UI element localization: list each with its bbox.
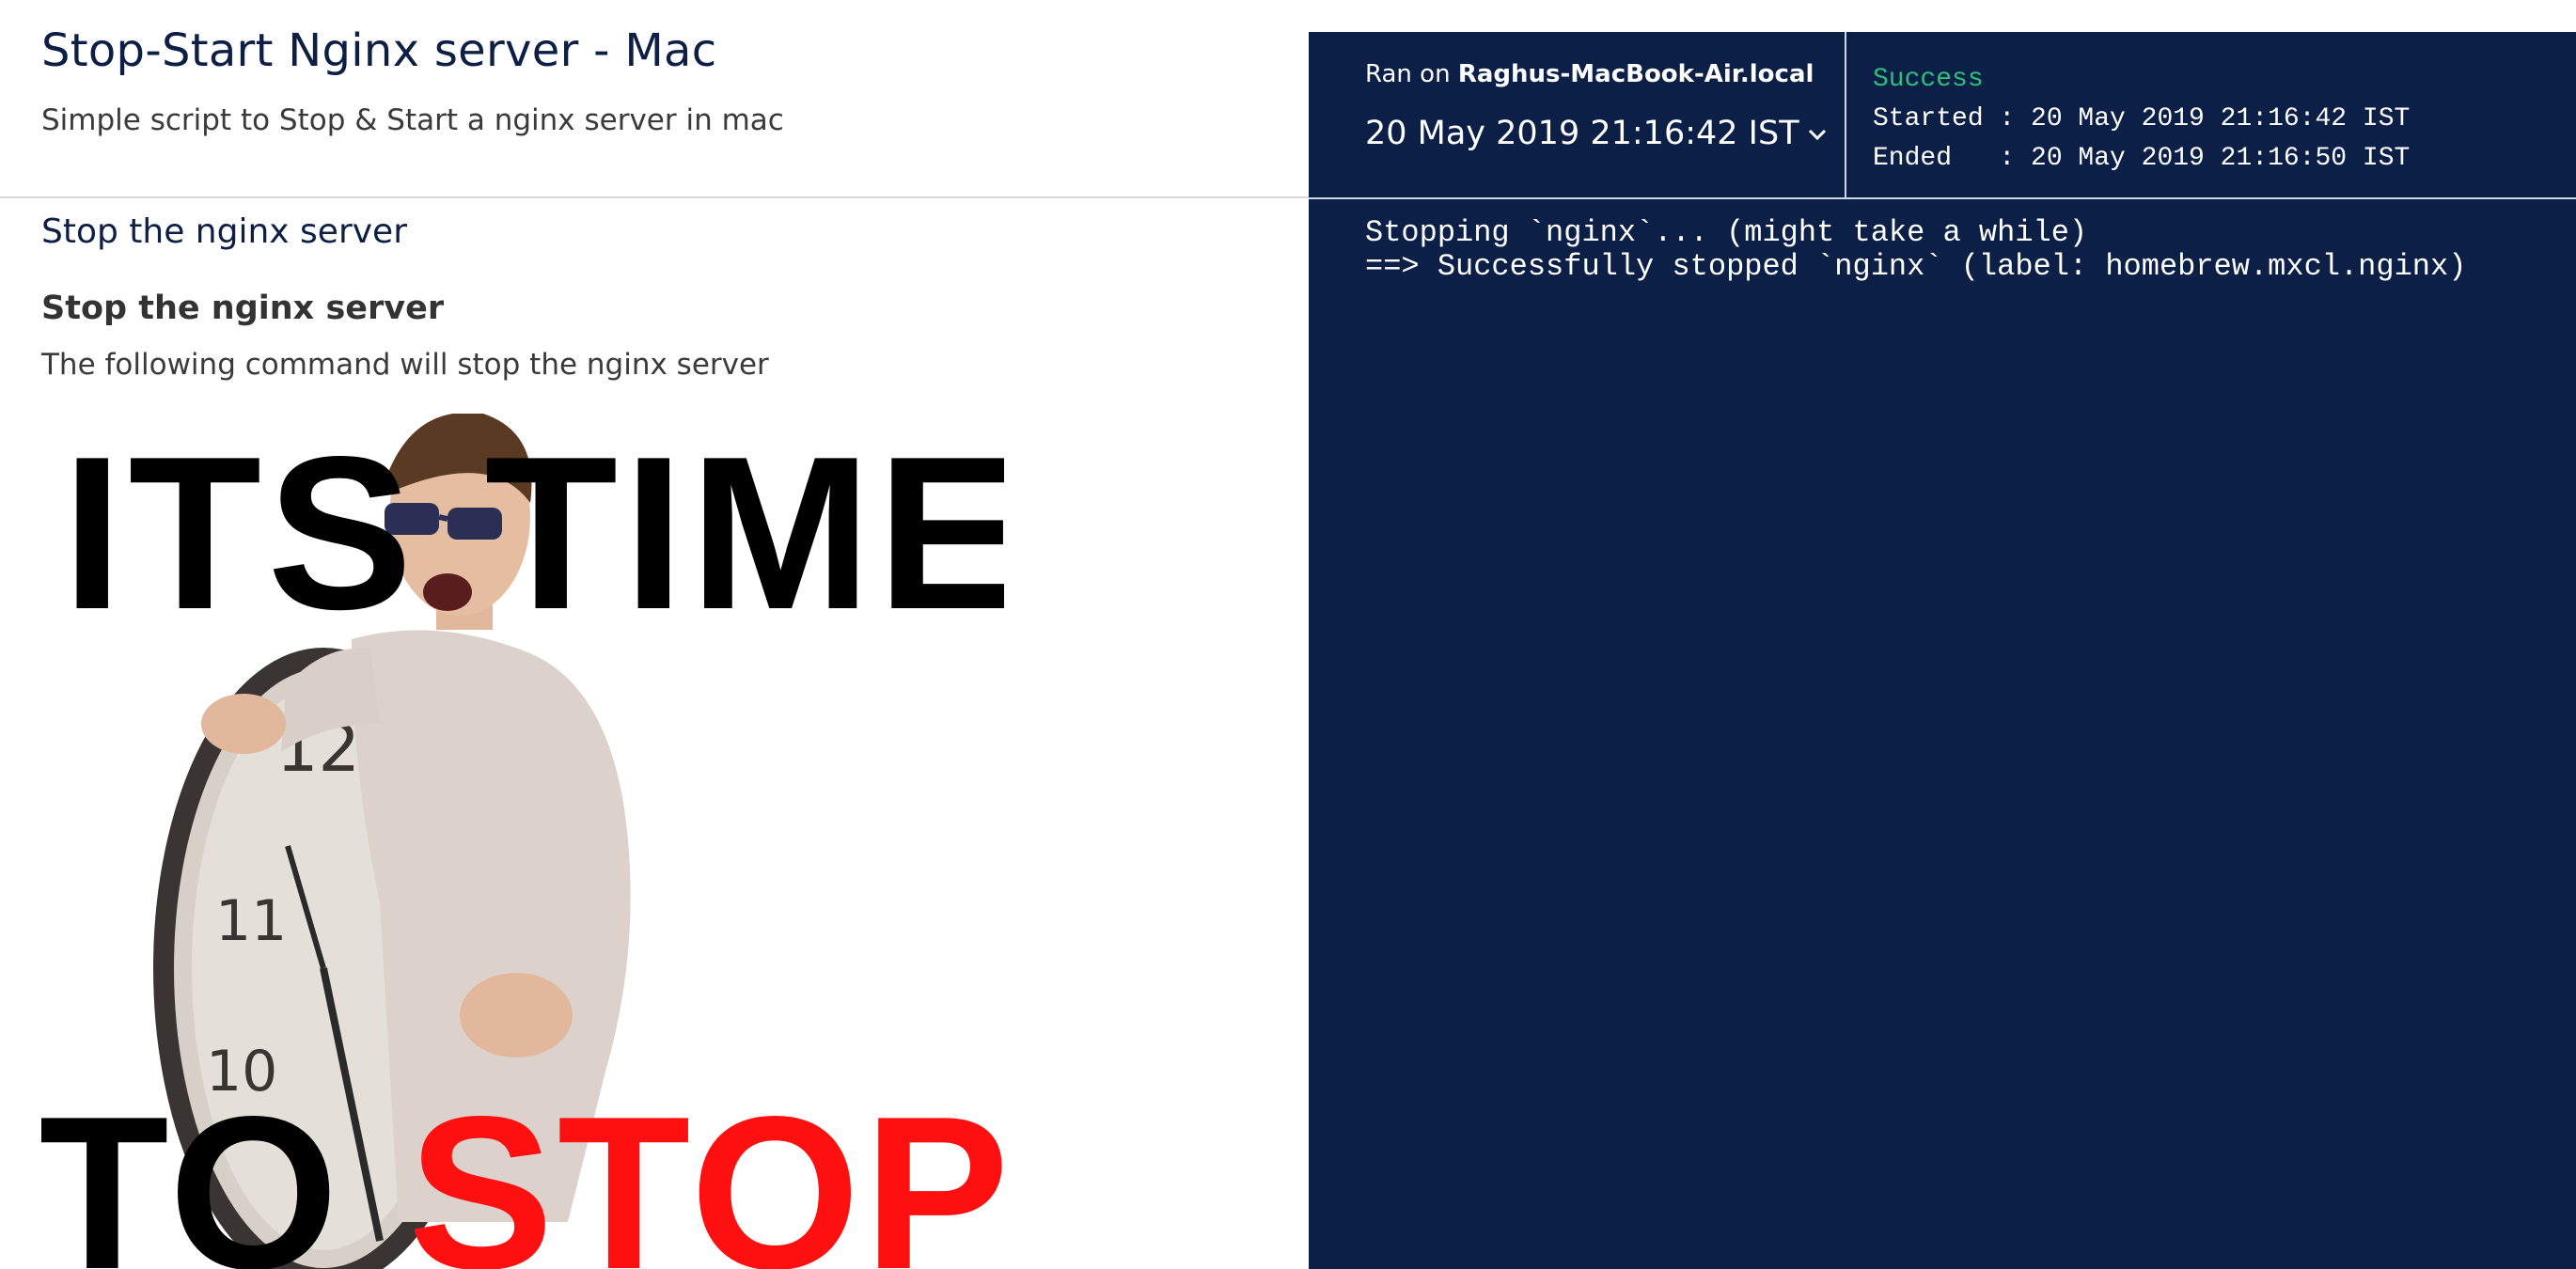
chevron-down-icon [1807,118,1828,149]
step-title[interactable]: Stop the nginx server [41,212,407,251]
run-date-dropdown[interactable]: 20 May 2019 21:16:42 IST [1365,115,1828,152]
page-description: Simple script to Stop & Start a nginx se… [41,103,784,137]
meme-bottom-word-1: TO [41,1072,342,1269]
meme-bottom-text: TO STOP [41,1085,1004,1269]
output-line: ==> Successfully stopped `nginx` (label:… [1365,249,2467,284]
ran-on-prefix: Ran on [1365,60,1451,88]
ended-time: Ended : 20 May 2019 21:16:50 IST [1873,144,2411,173]
output-line: Stopping `nginx`... (might take a while) [1365,215,2088,250]
run-info: Ran on Raghus-MacBook-Air.local 20 May 2… [1309,32,1846,197]
meme-image: 12 2 11 10 ITS TIME TOSTOP [41,414,1004,1269]
step-heading: Stop the nginx server [41,290,445,327]
run-panel: Ran on Raghus-MacBook-Air.local 20 May 2… [1309,32,2576,1269]
run-header: Ran on Raghus-MacBook-Air.local 20 May 2… [1309,32,2576,199]
page-title: Stop-Start Nginx server - Mac [41,24,717,77]
status-badge: Success [1873,65,1984,94]
host-name: Raghus-MacBook-Air.local [1457,60,1814,88]
started-time: Started : 20 May 2019 21:16:42 IST [1873,104,2411,133]
step-text: The following command will stop the ngin… [41,348,769,382]
run-status: Success Started : 20 May 2019 21:16:42 IS… [1873,60,2410,179]
svg-text:11: 11 [215,888,287,954]
command-output: Stopping `nginx`... (might take a while)… [1365,216,2466,284]
run-date-label: 20 May 2019 21:16:42 IST [1365,115,1799,152]
meme-bottom-word-2: STOP [407,1072,1004,1269]
ran-on: Ran on Raghus-MacBook-Air.local [1365,60,1814,88]
meme-top-text: ITS TIME [62,414,1004,655]
document-pane: Stop-Start Nginx server - Mac Simple scr… [0,0,1309,1269]
divider [0,196,1309,198]
